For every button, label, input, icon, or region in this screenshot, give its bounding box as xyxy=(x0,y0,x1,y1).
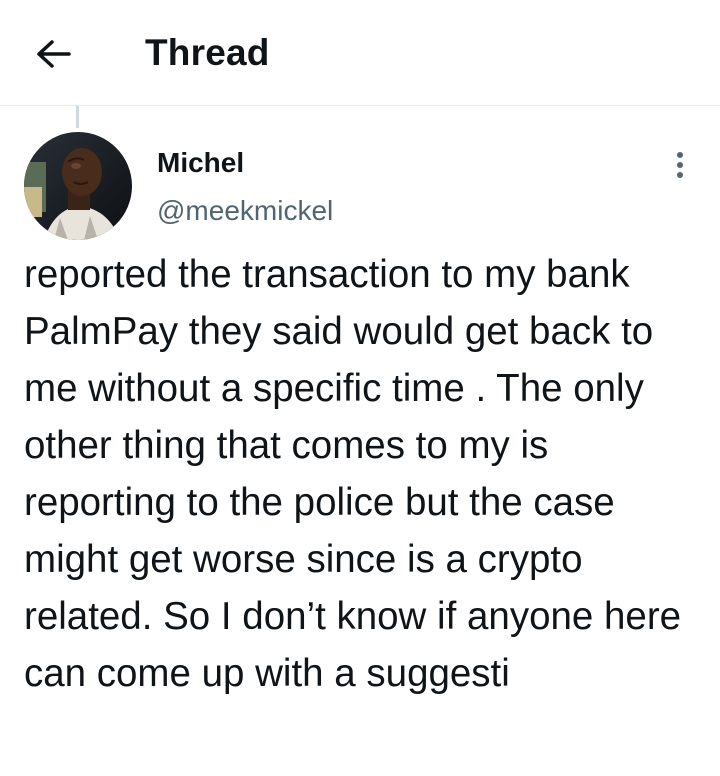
arrow-left-icon xyxy=(37,40,71,68)
back-button[interactable] xyxy=(30,32,78,76)
app-header: Thread xyxy=(0,0,720,106)
thread-connector-line xyxy=(76,106,79,128)
page-title: Thread xyxy=(145,32,270,73)
author-name[interactable]: Michel xyxy=(157,146,244,180)
tweet-text: reported the transaction to my bank Palm… xyxy=(24,253,682,695)
more-options-button[interactable] xyxy=(660,145,700,185)
author-handle: @meekmickel xyxy=(157,195,334,226)
avatar[interactable] xyxy=(24,132,132,240)
more-vertical-icon xyxy=(677,152,683,178)
